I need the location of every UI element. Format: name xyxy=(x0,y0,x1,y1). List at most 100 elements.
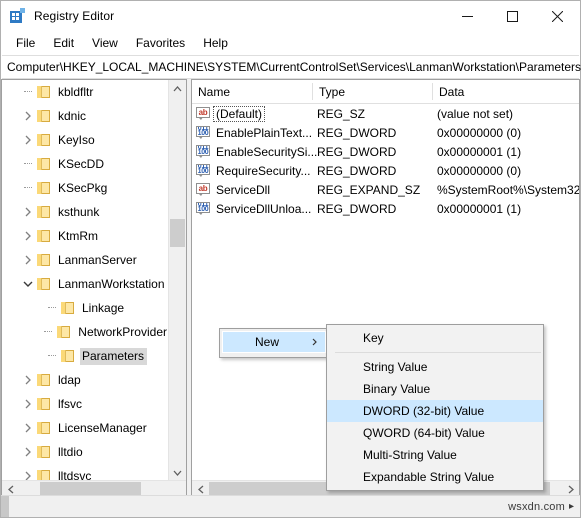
submenu-item-dword-32-bit-value[interactable]: DWORD (32-bit) Value xyxy=(327,400,543,422)
chevron-right-icon[interactable] xyxy=(20,224,36,248)
value-data-cell: (value not set) xyxy=(437,106,514,121)
context-menu-item-new[interactable]: New xyxy=(222,331,326,353)
dword-value-icon: 011 100 xyxy=(196,163,210,177)
tree-item-ktmrm[interactable]: KtmRm xyxy=(2,224,170,248)
column-header-type[interactable]: Type xyxy=(313,80,432,103)
column-header-data[interactable]: Data xyxy=(433,80,579,103)
menu-item-view[interactable]: View xyxy=(83,33,127,53)
tree-item-kbldfltr[interactable]: kbldfltr xyxy=(2,80,170,104)
table-row[interactable]: 011 100 EnablePlainText... REG_DWORD 0x00000… xyxy=(192,123,579,142)
submenu-item-multi-string-value[interactable]: Multi-String Value xyxy=(327,444,543,466)
tree-vertical-scrollbar[interactable] xyxy=(168,80,186,481)
folder-icon xyxy=(36,228,52,244)
chevron-right-icon[interactable] xyxy=(20,200,36,224)
folder-icon xyxy=(36,180,52,196)
menu-item-file[interactable]: File xyxy=(7,33,44,53)
menu-item-favorites[interactable]: Favorites xyxy=(127,33,194,53)
registry-editor-window: Registry Editor File Edit View Favorites… xyxy=(0,0,581,518)
scroll-up-arrow-icon[interactable] xyxy=(169,80,186,97)
table-row[interactable]: 011 100 RequireSecurity... REG_DWORD 0x00000… xyxy=(192,161,579,180)
tree-item-licensemanager[interactable]: LicenseManager xyxy=(2,416,170,440)
value-name-text: ServiceDllUnloa... xyxy=(216,201,312,216)
submenu-arrow-icon xyxy=(312,332,317,352)
list-header: Name Type Data xyxy=(192,80,579,104)
table-row[interactable]: ab (Default) REG_SZ (value not set) xyxy=(192,104,579,123)
value-type-cell: REG_DWORD xyxy=(317,144,397,159)
tree-item-ksecpkg[interactable]: KSecPkg xyxy=(2,176,170,200)
folder-icon xyxy=(60,348,76,364)
values-list[interactable]: ab (Default) REG_SZ (value not set) 011 100 En… xyxy=(192,104,579,218)
tree-item-ksthunk[interactable]: ksthunk xyxy=(2,200,170,224)
title-bar: Registry Editor xyxy=(1,1,580,31)
chevron-down-icon[interactable] xyxy=(20,272,36,296)
tree-item-label: LicenseManager xyxy=(58,420,147,435)
address-bar[interactable]: Computer\HKEY_LOCAL_MACHINE\SYSTEM\Curre… xyxy=(2,55,581,79)
submenu-item-key[interactable]: Key xyxy=(327,327,543,349)
dword-value-icon: 011 100 xyxy=(196,201,210,215)
tree-item-kdnic[interactable]: kdnic xyxy=(2,104,170,128)
dword-value-icon: 011 100 xyxy=(196,125,210,139)
tree-item-lfsvc[interactable]: lfsvc xyxy=(2,392,170,416)
tree-item-ldap[interactable]: ldap xyxy=(2,368,170,392)
tree-item-parameters[interactable]: Parameters xyxy=(2,344,170,368)
table-row[interactable]: ab ServiceDll REG_EXPAND_SZ %SystemRoot%\Sy… xyxy=(192,180,579,199)
registry-tree[interactable]: kbldfltr kdnic KeyIso KSecDD KSecPkg ksthunk K… xyxy=(2,80,170,483)
submenu-separator xyxy=(335,352,541,353)
tree-connector-icon xyxy=(44,344,60,368)
value-name-text: RequireSecurity... xyxy=(216,163,311,178)
chevron-right-icon[interactable] xyxy=(20,128,36,152)
tree-item-label: LanmanWorkstation xyxy=(58,276,165,291)
value-name-cell: ab (Default) xyxy=(196,104,266,123)
menu-item-edit[interactable]: Edit xyxy=(44,33,83,53)
value-name-text: EnableSecuritySi... xyxy=(216,144,318,159)
tree-item-label: ksthunk xyxy=(58,204,100,219)
new-submenu[interactable]: Key String Value Binary Value DWORD (32-bit… xyxy=(326,324,544,491)
context-menu[interactable]: New xyxy=(219,328,329,358)
submenu-item-expandable-string-value[interactable]: Expandable String Value xyxy=(327,466,543,488)
folder-icon xyxy=(36,444,52,460)
registry-tree-pane: kbldfltr kdnic KeyIso KSecDD KSecPkg ksthunk K… xyxy=(1,79,187,499)
tree-item-lanmanserver[interactable]: LanmanServer xyxy=(2,248,170,272)
chevron-right-icon[interactable] xyxy=(20,104,36,128)
submenu-item-qword-64-bit-value[interactable]: QWORD (64-bit) Value xyxy=(327,422,543,444)
chevron-right-icon[interactable] xyxy=(20,416,36,440)
folder-icon xyxy=(60,300,76,316)
chevron-right-icon[interactable] xyxy=(20,368,36,392)
chevron-right-icon[interactable] xyxy=(20,248,36,272)
context-menu-item-new-label: New xyxy=(255,335,280,349)
table-row[interactable]: 011 100 ServiceDllUnloa... REG_DWORD 0x00000… xyxy=(192,199,579,218)
chevron-right-icon[interactable] xyxy=(20,392,36,416)
tree-item-keyiso[interactable]: KeyIso xyxy=(2,128,170,152)
watermark-text: wsxdn.com xyxy=(508,500,565,513)
string-value-icon: ab xyxy=(196,106,210,121)
value-data-cell: 0x00000000 (0) xyxy=(437,163,522,178)
value-name-cell: ab ServiceDll xyxy=(196,180,272,199)
window-title: Registry Editor xyxy=(34,9,115,23)
tree-item-lanmanworkstation[interactable]: LanmanWorkstation xyxy=(2,272,170,296)
tree-scroll-thumb[interactable] xyxy=(170,219,185,247)
close-button[interactable] xyxy=(535,1,580,31)
folder-icon xyxy=(36,372,52,388)
tree-item-label: KSecDD xyxy=(58,156,105,171)
minimize-button[interactable] xyxy=(445,1,490,31)
column-header-name[interactable]: Name xyxy=(192,80,312,103)
tree-item-label: lltdio xyxy=(58,444,83,459)
tree-item-label: kbldfltr xyxy=(58,84,94,99)
scroll-down-arrow-icon[interactable] xyxy=(169,464,186,481)
maximize-button[interactable] xyxy=(490,1,535,31)
chevron-right-icon[interactable] xyxy=(20,440,36,464)
menu-item-help[interactable]: Help xyxy=(194,33,237,53)
main-content: kbldfltr kdnic KeyIso KSecDD KSecPkg ksthunk K… xyxy=(1,79,580,499)
submenu-item-binary-value[interactable]: Binary Value xyxy=(327,378,543,400)
tree-item-networkprovider[interactable]: NetworkProvider xyxy=(2,320,170,344)
folder-icon xyxy=(36,156,52,172)
folder-icon xyxy=(36,132,52,148)
tree-item-lltdio[interactable]: lltdio xyxy=(2,440,170,464)
submenu-item-string-value[interactable]: String Value xyxy=(327,356,543,378)
tree-item-label: KSecPkg xyxy=(58,180,108,195)
value-type-cell: REG_SZ xyxy=(317,106,366,121)
tree-item-ksecdd[interactable]: KSecDD xyxy=(2,152,170,176)
table-row[interactable]: 011 100 EnableSecuritySi... REG_DWORD 0x0000… xyxy=(192,142,579,161)
tree-item-linkage[interactable]: Linkage xyxy=(2,296,170,320)
folder-icon xyxy=(36,396,52,412)
